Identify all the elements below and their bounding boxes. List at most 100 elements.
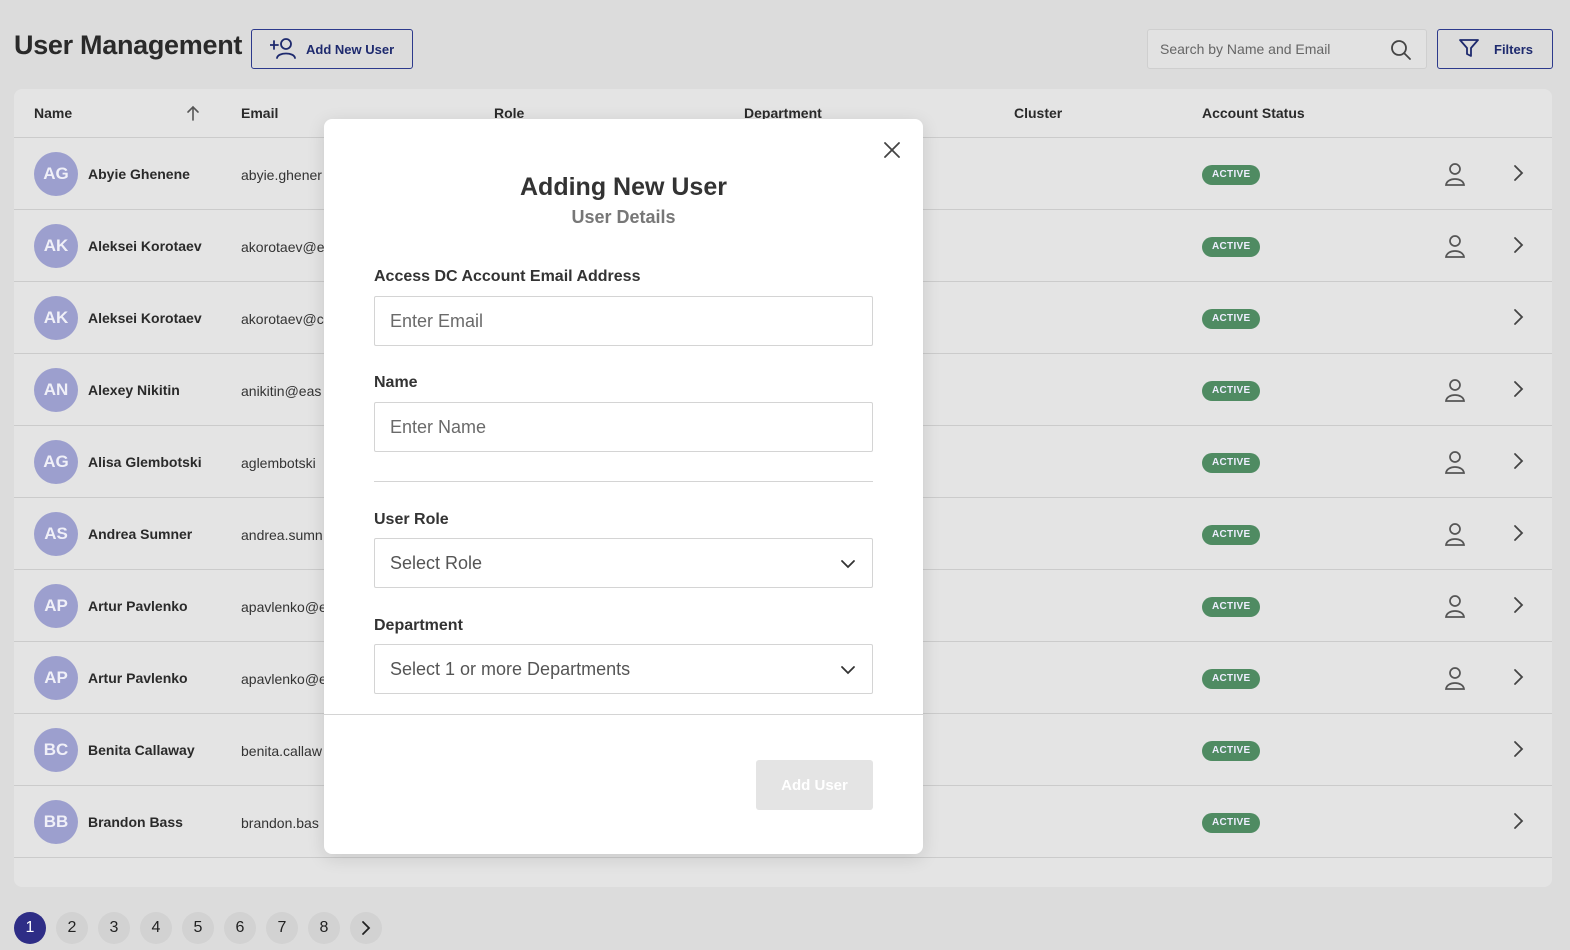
search-input[interactable] [1160, 41, 1380, 57]
status-badge: ACTIVE [1202, 381, 1261, 401]
user-icon[interactable] [1444, 594, 1466, 623]
user-email: anikitin@eas [241, 383, 322, 399]
user-icon[interactable] [1444, 162, 1466, 191]
column-header-name[interactable]: Name [34, 105, 72, 121]
user-name: Artur Pavlenko [88, 670, 188, 686]
user-email: abyie.ghener [241, 167, 322, 183]
column-header-cluster[interactable]: Cluster [1014, 105, 1062, 121]
page-button[interactable]: 5 [182, 912, 214, 944]
status-badge: ACTIVE [1202, 165, 1261, 185]
add-user-button[interactable]: Add User [756, 760, 873, 810]
user-email: brandon.bas [241, 815, 319, 831]
user-role-select[interactable]: Select Role [374, 538, 873, 588]
chevron-right-icon[interactable] [1512, 164, 1524, 187]
chevron-right-icon[interactable] [1512, 668, 1524, 691]
status-badge: ACTIVE [1202, 813, 1261, 833]
column-header-account-status[interactable]: Account Status [1202, 105, 1305, 121]
avatar: BC [34, 728, 78, 772]
chevron-right-icon[interactable] [1512, 380, 1524, 403]
avatar: AG [34, 152, 78, 196]
page-title: User Management [14, 30, 243, 60]
user-email: akorotaev@e [241, 239, 325, 255]
chevron-right-icon[interactable] [1512, 812, 1524, 835]
column-header-email[interactable]: Email [241, 105, 278, 121]
avatar: AN [34, 368, 78, 412]
status-badge: ACTIVE [1202, 237, 1261, 257]
user-role-label: User Role [374, 511, 449, 528]
page-button[interactable]: 2 [56, 912, 88, 944]
page-button[interactable]: 7 [266, 912, 298, 944]
add-new-user-label: Add New User [306, 41, 395, 57]
user-name: Aleksei Korotaev [88, 310, 202, 326]
avatar: AG [34, 440, 78, 484]
user-icon[interactable] [1444, 522, 1466, 551]
modal-footer-divider [324, 714, 923, 715]
add-new-user-button[interactable]: Add New User [251, 29, 413, 69]
user-name: Benita Callaway [88, 742, 195, 758]
filter-icon [1458, 37, 1480, 62]
email-label: Access DC Account Email Address [374, 268, 641, 285]
user-email: akorotaev@c [241, 311, 324, 327]
user-name: Alisa Glembotski [88, 454, 202, 470]
chevron-right-icon[interactable] [1512, 236, 1524, 259]
status-badge: ACTIVE [1202, 453, 1261, 473]
chevron-right-icon[interactable] [1512, 308, 1524, 331]
avatar: AP [34, 584, 78, 628]
avatar: BB [34, 800, 78, 844]
close-icon[interactable] [883, 141, 901, 164]
user-email: apavlenko@e [241, 671, 327, 687]
next-page-icon[interactable] [350, 912, 382, 944]
user-name: Brandon Bass [88, 814, 183, 830]
avatar: AS [34, 512, 78, 556]
modal-title: Adding New User [520, 173, 727, 201]
chevron-down-icon [840, 556, 856, 577]
avatar: AK [34, 224, 78, 268]
user-name: Artur Pavlenko [88, 598, 188, 614]
sort-ascending-icon[interactable] [186, 105, 200, 126]
user-role-placeholder: Select Role [390, 552, 483, 573]
avatar: AP [34, 656, 78, 700]
search-icon[interactable] [1390, 39, 1412, 66]
user-icon[interactable] [1444, 378, 1466, 407]
pagination: 12345678 [14, 912, 382, 944]
user-name: Abyie Ghenene [88, 166, 190, 182]
page-button[interactable]: 3 [98, 912, 130, 944]
page-button[interactable]: 8 [308, 912, 340, 944]
user-icon[interactable] [1444, 234, 1466, 263]
chevron-right-icon[interactable] [1512, 596, 1524, 619]
name-label: Name [374, 374, 418, 391]
chevron-down-icon [840, 662, 856, 683]
status-badge: ACTIVE [1202, 525, 1261, 545]
chevron-right-icon[interactable] [1512, 524, 1524, 547]
avatar: AK [34, 296, 78, 340]
user-email: aglembotski [241, 455, 316, 471]
user-name: Alexey Nikitin [88, 382, 180, 398]
user-icon[interactable] [1444, 666, 1466, 695]
search-box[interactable] [1147, 29, 1427, 69]
status-badge: ACTIVE [1202, 309, 1261, 329]
page-button[interactable]: 6 [224, 912, 256, 944]
add-user-icon [269, 37, 296, 62]
status-badge: ACTIVE [1202, 669, 1261, 689]
filters-label: Filters [1494, 41, 1534, 57]
modal-divider [374, 481, 873, 482]
email-field[interactable] [374, 296, 873, 346]
user-email: andrea.sumn [241, 527, 323, 543]
department-label: Department [374, 617, 463, 634]
modal-subtitle: User Details [571, 207, 676, 227]
status-badge: ACTIVE [1202, 597, 1261, 617]
department-placeholder: Select 1 or more Departments [390, 658, 631, 679]
chevron-right-icon[interactable] [1512, 452, 1524, 475]
page-button[interactable]: 1 [14, 912, 46, 944]
user-icon[interactable] [1444, 450, 1466, 479]
user-email: benita.callaw [241, 743, 322, 759]
status-badge: ACTIVE [1202, 741, 1261, 761]
user-name: Aleksei Korotaev [88, 238, 202, 254]
user-name: Andrea Sumner [88, 526, 193, 542]
chevron-right-icon[interactable] [1512, 740, 1524, 763]
department-select[interactable]: Select 1 or more Departments [374, 644, 873, 694]
name-field[interactable] [374, 402, 873, 452]
filters-button[interactable]: Filters [1437, 29, 1553, 69]
page-button[interactable]: 4 [140, 912, 172, 944]
user-email: apavlenko@e [241, 599, 327, 615]
